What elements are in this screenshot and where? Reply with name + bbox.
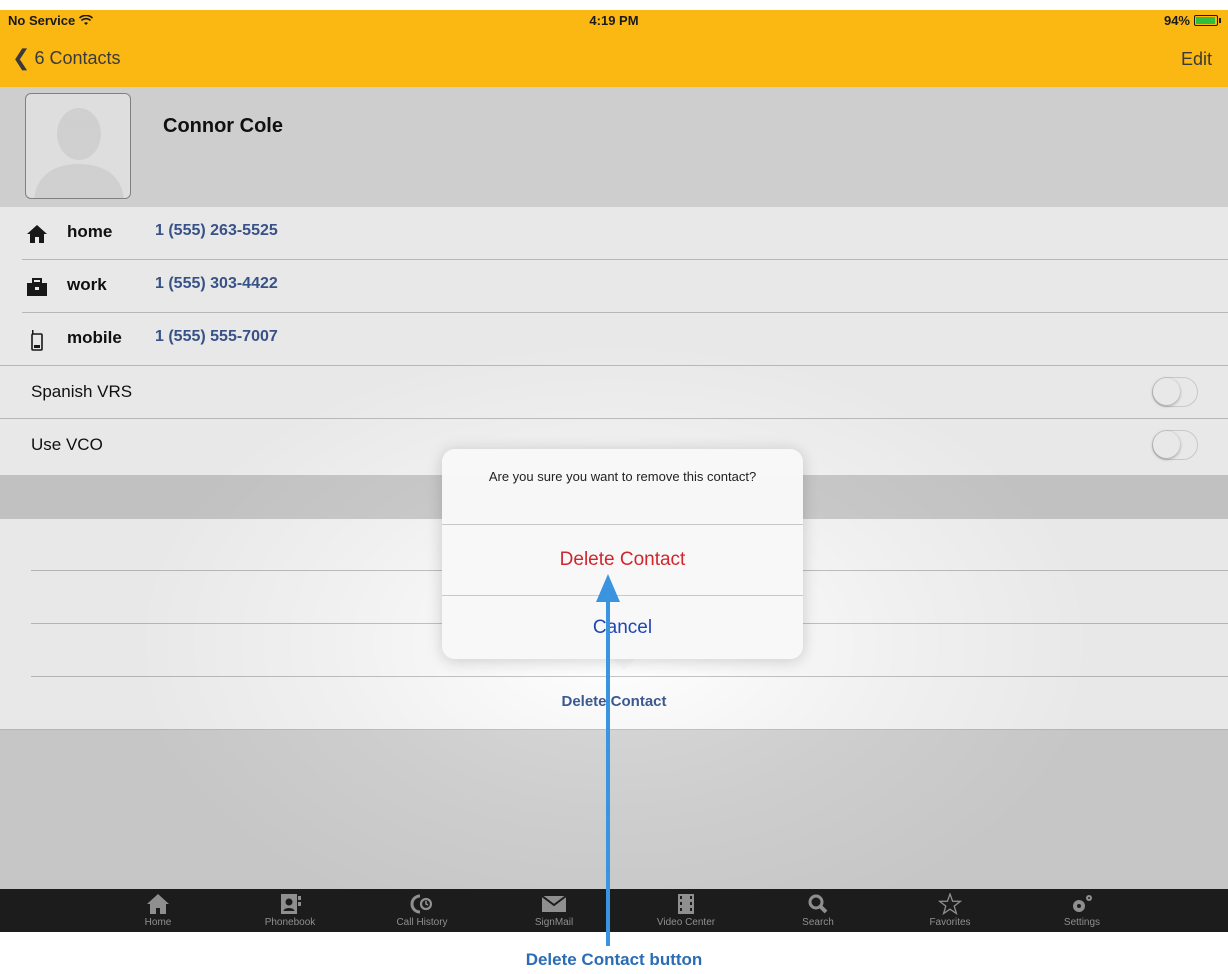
phone-label: work (67, 275, 107, 294)
battery-percent: 94% (1163, 13, 1190, 28)
back-button[interactable]: ❮ 6 Contacts (12, 47, 120, 69)
tab-search[interactable]: Search (773, 889, 863, 932)
edit-button[interactable]: Edit (1181, 49, 1212, 70)
delete-contact-link[interactable]: Delete Contact (0, 693, 1228, 710)
use-vco-toggle[interactable] (1152, 430, 1198, 460)
contact-name: Connor Cole (163, 115, 283, 137)
person-placeholder-icon (34, 108, 124, 198)
phonebook-icon (281, 894, 301, 914)
search-icon (808, 894, 828, 914)
phone-label: home (67, 222, 113, 241)
tab-settings[interactable]: Settings (1037, 889, 1127, 932)
spanish-vrs-toggle[interactable] (1152, 377, 1198, 407)
back-button-label: 6 Contacts (34, 47, 121, 68)
status-bar: No Service 4:19 PM 94% (0, 10, 1228, 32)
setting-row-spanish-vrs: Spanish VRS (0, 366, 1228, 419)
tab-bar: Home Phonebook Call History SignMail Vid… (0, 889, 1228, 932)
star-icon (938, 893, 962, 915)
clock: 4:19 PM (589, 13, 639, 28)
empty-area (0, 729, 1228, 889)
phone-row-work[interactable]: work 1 (555) 303-4422 (0, 260, 1228, 313)
phone-label: mobile (67, 328, 122, 347)
tab-call-history[interactable]: Call History (377, 889, 467, 932)
navigation-bar: ❮ 6 Contacts Edit (0, 32, 1228, 87)
battery-icon (1194, 15, 1221, 26)
popover-arrow (612, 658, 636, 670)
house-icon (27, 225, 47, 243)
phone-number[interactable]: 1 (555) 303-4422 (155, 275, 278, 293)
mobile-phone-icon (31, 330, 43, 351)
phone-number[interactable]: 1 (555) 263-5525 (155, 222, 278, 240)
contact-header: Connor Cole (0, 87, 1228, 207)
home-icon (147, 894, 169, 914)
tab-signmail[interactable]: SignMail (509, 889, 599, 932)
film-icon (678, 894, 694, 914)
callout-line (606, 598, 610, 946)
tab-phonebook[interactable]: Phonebook (245, 889, 335, 932)
phone-row-mobile[interactable]: mobile 1 (555) 555-7007 (0, 313, 1228, 366)
alert-message: Are you sure you want to remove this con… (488, 469, 757, 484)
cancel-button[interactable]: Cancel (442, 596, 803, 659)
gear-icon (1073, 895, 1092, 912)
delete-contact-row[interactable]: Delete Contact (0, 676, 1228, 729)
setting-label: Spanish VRS (31, 382, 133, 401)
tab-favorites[interactable]: Favorites (905, 889, 995, 932)
phone-number[interactable]: 1 (555) 555-7007 (155, 328, 278, 346)
briefcase-icon (27, 278, 47, 296)
call-history-icon (410, 894, 433, 914)
callout-arrow-icon (596, 574, 620, 602)
envelope-icon (541, 895, 567, 912)
ipad-screen: No Service 4:19 PM 94% ❮ 6 Contacts Edit (0, 10, 1228, 932)
avatar[interactable] (25, 93, 131, 199)
delete-contact-button[interactable]: Delete Contact (442, 525, 803, 595)
callout-label: Delete Contact button (525, 950, 703, 969)
setting-label: Use VCO (31, 435, 103, 454)
document-header-strip (0, 0, 1228, 10)
chevron-left-icon: ❮ (12, 45, 31, 70)
confirm-delete-popover: Are you sure you want to remove this con… (442, 449, 803, 659)
tab-video-center[interactable]: Video Center (641, 889, 731, 932)
tab-home[interactable]: Home (113, 889, 203, 932)
phone-row-home[interactable]: home 1 (555) 263-5525 (0, 207, 1228, 260)
